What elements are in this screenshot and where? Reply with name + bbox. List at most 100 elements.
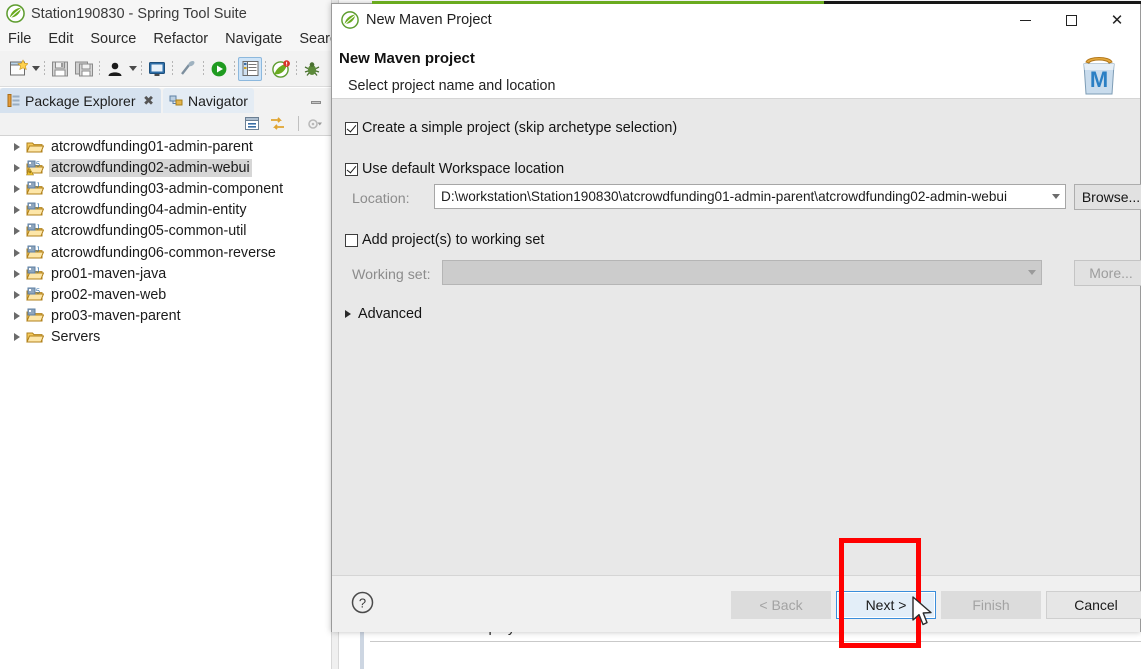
tree-item[interactable]: J pro01-maven-java [0, 263, 331, 284]
default-location-checkbox[interactable] [345, 162, 358, 176]
close-icon[interactable]: ✖ [143, 94, 155, 107]
open-task-icon[interactable] [238, 56, 262, 81]
menu-file[interactable]: File [8, 31, 31, 47]
menu-source[interactable]: Source [90, 31, 136, 47]
chevron-right-icon[interactable] [10, 267, 24, 281]
chevron-down-icon[interactable] [1047, 185, 1065, 208]
svg-text:J: J [36, 267, 40, 274]
link-with-editor-icon[interactable] [269, 116, 286, 132]
chevron-right-icon[interactable] [10, 140, 24, 154]
tree-item-label: pro02-maven-web [51, 286, 167, 303]
dialog-footer: ? < Back Next > Finish Cancel [332, 575, 1141, 632]
default-location-checkbox-row[interactable]: Use default Workspace location [345, 161, 564, 177]
simple-project-checkbox[interactable] [345, 121, 358, 135]
spring-boot-dashboard-icon[interactable] [269, 57, 293, 81]
collapse-all-icon[interactable] [244, 116, 261, 132]
annotation-highlight-box [839, 538, 921, 648]
location-input[interactable]: D:\workstation\Station190830\atcrowdfund… [434, 184, 1066, 209]
chevron-right-icon[interactable] [10, 246, 24, 260]
menu-edit[interactable]: Edit [48, 31, 73, 47]
menu-refactor[interactable]: Refactor [153, 31, 208, 47]
view-toolbar-separator [298, 116, 299, 131]
more-button[interactable]: More... [1074, 260, 1141, 286]
chevron-right-icon[interactable] [10, 224, 24, 238]
simple-project-checkbox-row[interactable]: Create a simple project (skip archetype … [345, 120, 677, 136]
tab-navigator[interactable]: Navigator [163, 88, 254, 113]
toolbar-separator [200, 59, 207, 79]
cancel-button[interactable]: Cancel [1046, 591, 1141, 619]
ide-menubar: File Edit Source Refactor Navigate Searc… [0, 27, 345, 51]
package-explorer-tree[interactable]: atcrowdfunding01-admin-parent 5 atcrowdf… [0, 136, 331, 669]
dialog-titlebar: New Maven Project ✕ [332, 4, 1140, 36]
svg-text:M: M [1090, 67, 1108, 92]
run-icon[interactable] [207, 57, 231, 81]
chevron-right-icon[interactable] [345, 310, 351, 318]
chevron-right-icon[interactable] [10, 182, 24, 196]
tree-item[interactable]: pro03-maven-parent [0, 306, 331, 327]
maven-java-project-icon: J [26, 266, 45, 282]
minimize-view-icon[interactable] [310, 94, 323, 106]
chevron-right-icon[interactable] [10, 309, 24, 323]
view-menu-icon[interactable] [306, 116, 323, 132]
working-set-checkbox[interactable] [345, 233, 358, 247]
ide-title-text: Station190830 - Spring Tool Suite [31, 5, 247, 22]
user-account-icon[interactable] [103, 57, 127, 81]
save-all-icon[interactable] [72, 57, 96, 81]
tree-item[interactable]: J atcrowdfunding04-admin-entity [0, 200, 331, 221]
back-button[interactable]: < Back [731, 591, 831, 619]
advanced-section-toggle[interactable]: Advanced [345, 306, 422, 322]
user-account-dropdown-arrow[interactable] [127, 57, 138, 81]
dialog-header-subtitle: Select project name and location [348, 78, 556, 94]
toolbar-separator [293, 59, 300, 79]
tree-item-label: atcrowdfunding06-common-reverse [51, 244, 276, 261]
dialog-header: New Maven project Select project name an… [332, 36, 1140, 99]
maven-web-project-icon: 5 [26, 287, 45, 303]
dialog-body: Create a simple project (skip archetype … [332, 99, 1141, 575]
window-controls: ✕ [1002, 4, 1140, 36]
tree-item-label: atcrowdfunding02-admin-webui [49, 158, 252, 177]
tree-item[interactable]: 5 pro02-maven-web [0, 284, 331, 305]
chevron-right-icon[interactable] [10, 203, 24, 217]
chevron-right-icon[interactable] [10, 288, 24, 302]
tree-item[interactable]: J atcrowdfunding06-common-reverse [0, 242, 331, 263]
tree-item[interactable]: Servers [0, 327, 331, 348]
save-icon[interactable] [48, 57, 72, 81]
maximize-button[interactable] [1048, 4, 1094, 36]
navigator-icon [169, 93, 184, 108]
svg-text:J: J [36, 204, 40, 211]
svg-text:5: 5 [36, 161, 40, 168]
chevron-right-icon[interactable] [10, 161, 24, 175]
tree-item[interactable]: J atcrowdfunding05-common-util [0, 221, 331, 242]
dialog-header-title: New Maven project [339, 50, 475, 67]
tree-item-label: atcrowdfunding05-common-util [51, 223, 247, 240]
tree-item-label: atcrowdfunding04-admin-entity [51, 202, 247, 219]
tab-navigator-label: Navigator [188, 92, 248, 109]
tab-package-explorer[interactable]: Package Explorer ✖ [0, 88, 161, 113]
tree-item-label: atcrowdfunding01-admin-parent [51, 138, 253, 155]
minimize-button[interactable] [1002, 4, 1048, 36]
working-set-input[interactable] [442, 260, 1042, 285]
chevron-right-icon[interactable] [10, 330, 24, 344]
menu-navigate[interactable]: Navigate [225, 31, 282, 47]
tree-item[interactable]: atcrowdfunding01-admin-parent [0, 136, 331, 157]
maven-java-project-icon: J [26, 181, 45, 197]
working-set-checkbox-row[interactable]: Add project(s) to working set [345, 232, 544, 248]
console-separator [370, 641, 1141, 642]
tree-item-label: atcrowdfunding03-admin-component [51, 180, 284, 197]
svg-text:J: J [36, 182, 40, 189]
debug-disabled-icon[interactable] [176, 57, 200, 81]
chevron-down-icon[interactable] [1023, 261, 1041, 284]
new-wizard-dropdown-arrow[interactable] [30, 57, 41, 81]
finish-button[interactable]: Finish [941, 591, 1041, 619]
tree-item[interactable]: J atcrowdfunding03-admin-component [0, 178, 331, 199]
console-icon[interactable] [145, 57, 169, 81]
maven-bucket-icon: M [1072, 50, 1126, 98]
help-question-icon[interactable]: ? [351, 591, 374, 614]
browse-button[interactable]: Browse... [1074, 184, 1141, 210]
tree-item-selected[interactable]: 5 atcrowdfunding02-admin-webui [0, 157, 331, 178]
debug-bug-icon[interactable] [300, 57, 324, 81]
toolbar-separator [138, 59, 145, 79]
new-wizard-icon[interactable] [6, 57, 30, 81]
close-button[interactable]: ✕ [1094, 4, 1140, 36]
default-location-label: Use default Workspace location [362, 161, 565, 177]
